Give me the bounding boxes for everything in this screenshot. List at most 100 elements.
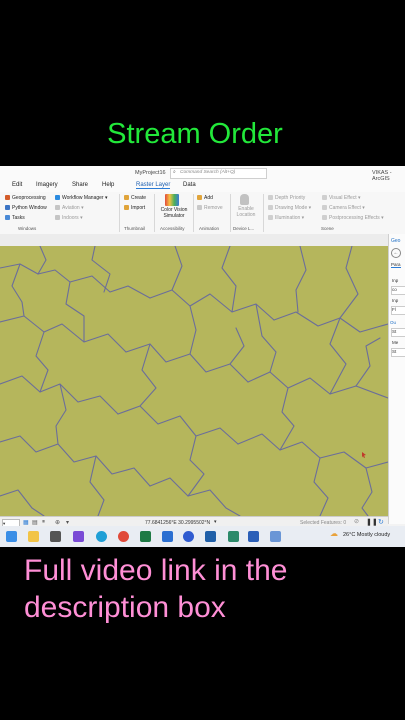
edge-icon[interactable] (96, 531, 107, 542)
illumination-icon (268, 215, 273, 220)
python-icon (5, 205, 10, 210)
ribbon-separator (119, 194, 120, 232)
back-arrow-icon[interactable]: ← (391, 248, 401, 258)
video-title: Stream Order (107, 118, 283, 150)
postprocessing-icon (322, 215, 327, 220)
pause-drawing-icon[interactable]: ❚❚ (366, 518, 378, 526)
geoprocessing-icon (5, 195, 10, 200)
video-caption: Full video link in the description box (24, 554, 288, 624)
app-icon[interactable] (73, 531, 84, 542)
aviation-button[interactable]: Aviation ▾ (55, 205, 84, 211)
refresh-icon[interactable]: ↻ (378, 518, 384, 526)
weather-icon: ☁ (330, 529, 338, 538)
workflow-manager-button[interactable]: Workflow Manager ▾ (55, 195, 108, 201)
indoors-icon (55, 215, 60, 220)
filter-icon[interactable]: ⊘ (354, 518, 359, 525)
menu-share[interactable]: Share (72, 182, 88, 188)
file-explorer-icon[interactable] (28, 531, 39, 542)
ribbon-separator (230, 194, 231, 232)
ribbon: Geoprocessing Python Window Tasks Workfl… (0, 192, 405, 235)
pause-icon[interactable]: ⏸ (42, 519, 45, 526)
group-accessibility: Accessibility (160, 226, 185, 231)
camera-effect-icon (322, 205, 327, 210)
title-bar: MyProject16 ⌕ Command Search (Alt+Q) VIK… (0, 166, 405, 182)
tasks-button[interactable]: Tasks (5, 215, 25, 221)
color-vision-icon (165, 194, 179, 206)
visual-effect-icon (322, 195, 327, 200)
app-icon[interactable] (50, 531, 61, 542)
create-icon (124, 195, 129, 200)
aviation-icon (55, 205, 60, 210)
group-thumbnail: Thumbnail (124, 226, 146, 231)
param-label: Me (392, 340, 399, 345)
ribbon-separator (193, 194, 194, 232)
drawing-mode-button[interactable]: Drawing Mode ▾ (268, 205, 311, 211)
arcgis-icon[interactable] (205, 531, 216, 542)
param-input[interactable]: St (391, 328, 405, 337)
import-button[interactable]: Import (124, 205, 145, 211)
param-label: Ou (390, 320, 397, 325)
panel-header: Geo (391, 238, 401, 244)
chrome-icon[interactable] (118, 531, 129, 542)
geoprocessing-panel: Geo ← Para Inp co Inp Fl Ou St Me St (388, 234, 405, 524)
excel-icon[interactable] (140, 531, 151, 542)
remove-button[interactable]: Remove (197, 205, 223, 211)
group-windows: Windows (18, 226, 37, 231)
illumination-button[interactable]: Illumination ▾ (268, 215, 304, 221)
param-label: Inp (392, 298, 399, 303)
param-input[interactable]: Fl (391, 306, 405, 315)
python-window-button[interactable]: Python Window (5, 205, 47, 211)
app-icon[interactable] (162, 531, 173, 542)
workflow-icon (55, 195, 60, 200)
location-icon (240, 194, 249, 205)
remove-icon (197, 205, 202, 210)
group-device-location: Device L... (233, 226, 255, 231)
indoors-button[interactable]: Indoors ▾ (55, 215, 83, 221)
map-background (0, 246, 388, 516)
param-input[interactable]: St (391, 348, 405, 357)
tasks-icon (5, 215, 10, 220)
menu-edit[interactable]: Edit (12, 182, 22, 188)
import-icon (124, 205, 129, 210)
tab-parameters[interactable]: Para (391, 262, 401, 268)
navigate-icon[interactable]: ⊕ (55, 519, 60, 526)
create-button[interactable]: Create (124, 195, 146, 201)
word-icon[interactable] (248, 531, 259, 542)
depth-priority-button[interactable]: Depth Priority (268, 195, 305, 201)
app-icon[interactable] (228, 531, 239, 542)
arcgis-window: MyProject16 ⌕ Command Search (Alt+Q) VIK… (0, 166, 405, 547)
grid-icon[interactable]: ▦ (23, 519, 29, 526)
depth-icon (268, 195, 273, 200)
windows-start-icon[interactable] (6, 531, 17, 542)
menu-data[interactable]: Data (183, 182, 196, 188)
windows-taskbar: ☁ 26°C Mostly cloudy (0, 526, 405, 547)
menu-help[interactable]: Help (102, 182, 114, 188)
geoprocessing-button[interactable]: Geoprocessing (5, 195, 46, 201)
layout-icon[interactable]: ▤ (32, 519, 38, 526)
app-icon[interactable] (183, 531, 194, 542)
units-dropdown-icon[interactable]: ▾ (214, 519, 217, 525)
param-label: Inp (392, 278, 399, 283)
add-icon (197, 195, 202, 200)
menu-raster-layer[interactable]: Raster Layer (136, 182, 171, 189)
postprocessing-button[interactable]: Postprocessing Effects ▾ (322, 215, 384, 221)
color-vision-button[interactable]: Color Vision Simulator (156, 207, 192, 219)
enable-location-button[interactable]: Enable Location (232, 206, 260, 218)
search-placeholder: Command Search (Alt+Q) (180, 170, 236, 175)
weather-text: 26°C Mostly cloudy (343, 532, 391, 538)
visual-effect-button[interactable]: Visual Effect ▾ (322, 195, 361, 201)
add-button[interactable]: Add (197, 195, 213, 201)
ribbon-separator (263, 194, 264, 232)
camera-effect-button[interactable]: Camera Effect ▾ (322, 205, 365, 211)
group-animation: Animation (199, 226, 220, 231)
stream-order-map[interactable] (0, 246, 388, 516)
menu-imagery[interactable]: Imagery (36, 182, 58, 188)
ribbon-separator (154, 194, 155, 232)
param-input[interactable]: co (391, 286, 405, 295)
command-search-box[interactable]: ⌕ Command Search (Alt+Q) (170, 168, 267, 179)
more-icon[interactable]: ▾ (66, 519, 69, 526)
menu-bar: Edit Imagery Share Help Raster Layer Dat… (0, 180, 405, 192)
app-icon[interactable] (270, 531, 281, 542)
project-name: MyProject16 (135, 170, 166, 176)
group-scene: Scene (321, 226, 334, 231)
